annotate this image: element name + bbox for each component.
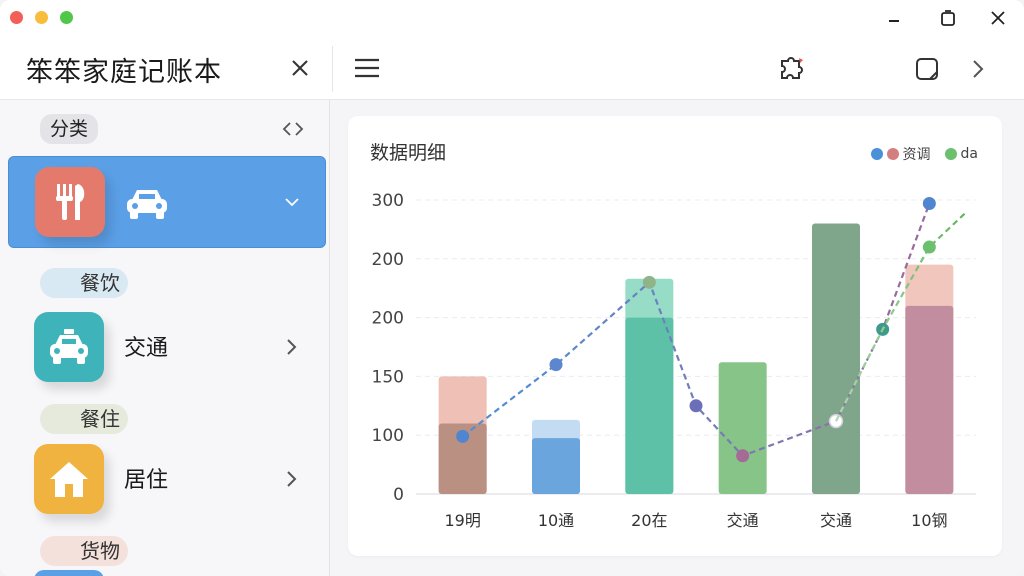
- minimize-window-dot[interactable]: [35, 11, 48, 24]
- close-icon: [292, 60, 308, 76]
- restore-icon: [941, 10, 955, 26]
- x-tick-label: 交通: [820, 511, 852, 530]
- y-tick-label: 0: [393, 485, 404, 505]
- close-button[interactable]: [984, 4, 1012, 32]
- app-window: 笨笨家庭记账本 分类 餐饮 交通 餐住 居住 货物 数据明细 资调 da 0 1…: [0, 0, 1024, 576]
- forward-button[interactable]: [964, 54, 992, 84]
- restore-button[interactable]: [934, 4, 962, 32]
- hamburger-icon: [355, 58, 379, 78]
- sidebar-close-button[interactable]: [286, 54, 314, 82]
- category-toggle-button[interactable]: [280, 116, 306, 142]
- sidebar-item-transport[interactable]: 交通: [8, 302, 326, 394]
- data-point: [689, 399, 703, 413]
- data-point: [456, 429, 470, 443]
- sub-category-chip[interactable]: 餐住: [40, 404, 128, 434]
- bar: [625, 317, 674, 494]
- house-icon: [34, 444, 104, 514]
- close-window-dot[interactable]: [10, 11, 23, 24]
- x-tick-label: 20在: [631, 511, 667, 530]
- app-title: 笨笨家庭记账本: [26, 57, 222, 88]
- x-tick-label: 交通: [727, 511, 759, 530]
- y-tick-label: 150: [372, 367, 404, 387]
- header-divider: [332, 46, 333, 92]
- chevron-down-icon: [281, 191, 303, 213]
- category-sidebar: 分类 餐饮 交通 餐住 居住 货物: [0, 100, 330, 576]
- sidebar-item-label: 居住: [124, 468, 169, 493]
- code-brackets-icon: [282, 122, 304, 136]
- bar-line-chart: 0 100 150 200 200 300 19明 10通 20在 交通 交通 10钢: [372, 191, 976, 530]
- close-icon: [991, 11, 1005, 25]
- chevron-right-icon: [280, 468, 302, 490]
- app-header: 笨笨家庭记账本: [0, 36, 1024, 100]
- data-point: [922, 240, 936, 254]
- data-point: [922, 197, 936, 211]
- data-point: [642, 275, 656, 289]
- minimize-icon: [889, 20, 899, 22]
- bar: [905, 305, 954, 494]
- title-bar: [0, 0, 1024, 36]
- sidebar-item-dining[interactable]: [8, 156, 326, 248]
- chevron-right-icon: [280, 336, 302, 358]
- data-detail-card: 数据明细 资调 da 0 100 150 200 200 300 19明 10通 20在 交通 交通…: [348, 116, 1002, 556]
- x-tick-label: 19明: [444, 511, 480, 530]
- sub-category-chip[interactable]: 货物: [40, 536, 128, 566]
- data-point: [549, 358, 563, 372]
- y-tick-label: 200: [372, 250, 404, 270]
- sidebar-item-label: 交通: [124, 336, 169, 361]
- fork-knife-icon: [35, 167, 105, 237]
- puzzle-icon: [781, 57, 803, 79]
- taxi-icon: [34, 312, 104, 382]
- minimize-button[interactable]: [880, 4, 908, 32]
- zoom-window-dot[interactable]: [60, 11, 73, 24]
- data-point: [736, 449, 750, 463]
- panel-button[interactable]: [912, 54, 942, 84]
- bar: [532, 438, 580, 494]
- car-icon: [123, 179, 171, 227]
- sidebar-item-partial[interactable]: [34, 570, 104, 576]
- category-header-chip[interactable]: 分类: [40, 114, 99, 144]
- square-icon: [916, 58, 938, 80]
- x-tick-label: 10钢: [911, 511, 947, 530]
- x-tick-label: 10通: [538, 511, 574, 530]
- y-tick-label: 300: [372, 191, 404, 211]
- extension-button[interactable]: [776, 52, 808, 84]
- bar: [812, 223, 860, 494]
- bar: [718, 362, 767, 494]
- y-tick-label: 200: [372, 309, 404, 329]
- chevron-right-icon: [973, 60, 984, 78]
- menu-button[interactable]: [352, 54, 382, 82]
- sub-category-chip[interactable]: 餐饮: [40, 268, 128, 298]
- y-tick-label: 100: [372, 426, 404, 446]
- sidebar-item-housing[interactable]: 居住: [8, 434, 326, 526]
